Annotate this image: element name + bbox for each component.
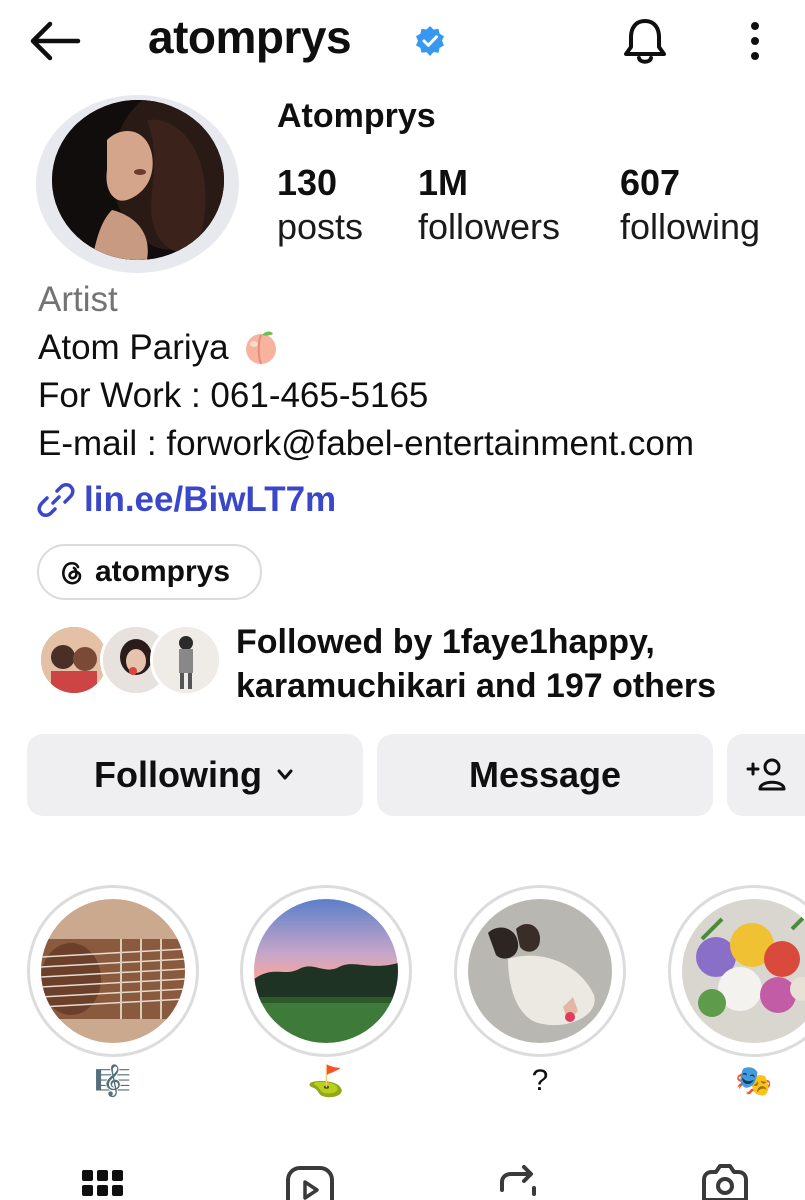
threads-icon [62,561,82,585]
grid-icon[interactable] [80,1160,126,1200]
more-vertical-icon[interactable] [738,16,772,66]
arrow-left-icon[interactable] [28,18,84,64]
stat-followers[interactable]: 1M followers [418,162,560,248]
highlight-cover-sunset [254,899,398,1043]
highlight-3-label: ? [531,1064,549,1097]
peach-emoji-icon [246,331,277,365]
threads-badge[interactable]: atomprys [37,544,262,600]
tagged-icon[interactable] [698,1160,752,1200]
following-button-label: Following [94,754,262,795]
profile-avatar[interactable] [52,100,224,260]
highlight-2[interactable] [240,885,412,1057]
bell-icon[interactable] [618,16,672,66]
profile-username: atomprys [148,11,352,63]
stat-posts-label: posts [277,206,364,247]
highlight-2-label: ⛳ [307,1065,345,1098]
avatar-photo [52,100,224,260]
verified-badge-icon [416,26,444,56]
highlight-cover-guitar [41,899,185,1043]
bio-link[interactable]: lin.ee/BiwLT7m [36,480,336,520]
stat-following-label: following [620,206,761,247]
threads-handle: atomprys [95,555,231,588]
bio-work-line: For Work : 061-465-5165 [38,376,429,415]
highlight-3[interactable] [454,885,626,1057]
add-person-icon [746,758,786,791]
stat-followers-label: followers [418,206,561,247]
mutual-avatar-3 [150,624,222,696]
message-button-label: Message [468,754,622,795]
top-bar: atomprys [0,0,805,82]
message-button[interactable]: Message [377,734,713,816]
chevron-down-icon [277,769,293,780]
stat-following[interactable]: 607 following [620,162,760,248]
bio-email-line[interactable]: E-mail : forwork@fabel-entertainment.com [38,424,694,464]
stat-following-value: 607 [620,162,681,203]
link-icon [37,483,75,517]
display-name: Atomprys [277,97,436,135]
reposts-icon[interactable] [494,1160,542,1200]
mutual-followers-avatars[interactable] [38,624,222,696]
bio-name-line: Atom Pariya [38,328,280,368]
followed-by-text[interactable]: Followed by 1faye1happy, karamuchikari a… [236,620,716,708]
stat-posts[interactable]: 130 posts [277,162,363,248]
stat-posts-value: 130 [277,162,338,203]
bio-link-text: lin.ee/BiwLT7m [84,480,337,519]
highlight-1[interactable] [27,885,199,1057]
profile-category: Artist [38,280,118,319]
reels-icon[interactable] [284,1160,336,1200]
highlight-4[interactable] [668,885,805,1057]
bio-name-text: Atom Pariya [38,328,229,367]
stat-followers-value: 1M [418,162,469,203]
highlight-1-label: 🎼 [94,1065,132,1098]
highlight-4-label: 🎭 [735,1065,773,1098]
followed-by-line-1: Followed by 1faye1happy, [236,623,655,661]
followed-by-line-2: karamuchikari and 197 others [236,667,717,705]
highlight-cover-flowers [682,899,805,1043]
highlight-cover-shoes [468,899,612,1043]
following-button[interactable]: Following [27,734,363,816]
add-user-button[interactable] [727,734,805,816]
